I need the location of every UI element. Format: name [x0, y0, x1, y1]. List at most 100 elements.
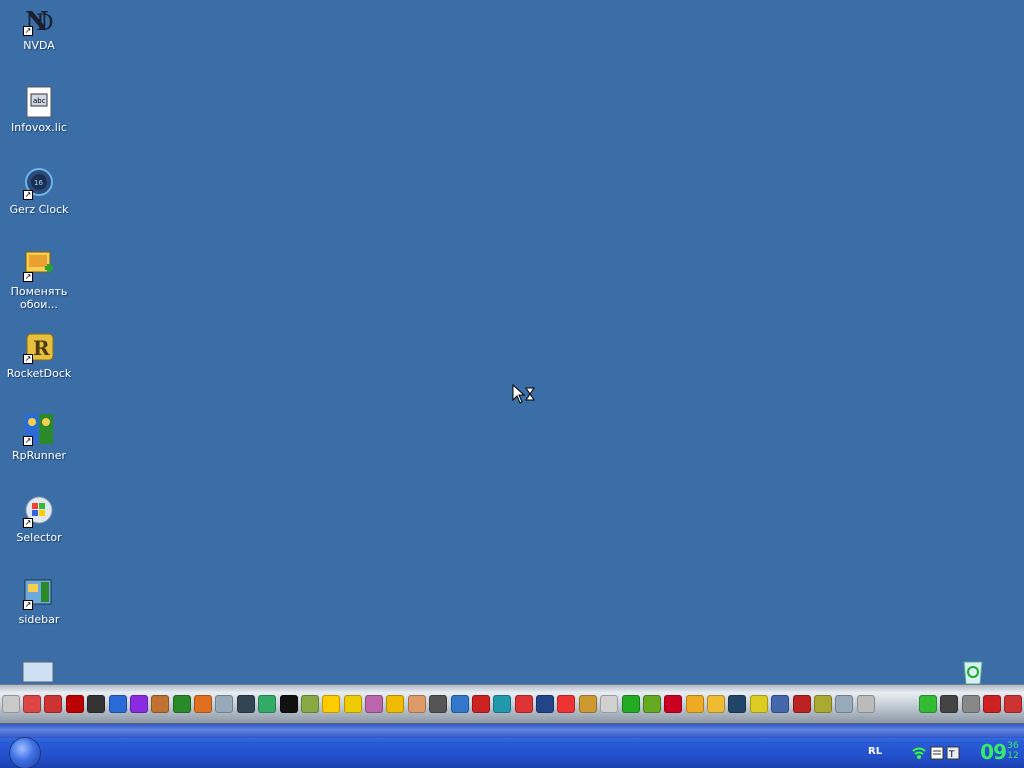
dock-item-icon[interactable] — [236, 695, 255, 713]
desktop-icon-label: sidebar — [18, 613, 60, 626]
dock-item-icon[interactable] — [514, 695, 533, 713]
rocketdock-icon: R ↗ — [23, 332, 55, 364]
desktop-icon-selector[interactable]: ↗ Selector — [0, 496, 78, 544]
dock-item-icon[interactable] — [642, 695, 661, 713]
desktop-icon-nvda[interactable]: N D ↗ NVDA — [0, 4, 78, 52]
clock-seconds: 12 — [1007, 751, 1019, 761]
dock-item-icon[interactable] — [343, 695, 362, 713]
nvda-icon: N D ↗ — [23, 4, 55, 37]
dock-item-icon[interactable] — [707, 695, 726, 713]
desktop-icon-label: NVDA — [23, 39, 55, 52]
shortcut-arrow-icon: ↗ — [23, 518, 33, 528]
dock-item-icon[interactable] — [429, 695, 448, 713]
dock-item-icon[interactable] — [918, 695, 937, 713]
dock-item-icon[interactable] — [471, 695, 490, 713]
dock-item-icon[interactable] — [771, 695, 790, 713]
taskbar: RL T 09 36 12 — [0, 738, 1024, 768]
desktop-icon-infovox[interactable]: abc Infovox.lic — [0, 86, 78, 134]
shortcut-arrow-icon: ↗ — [23, 354, 33, 364]
dock-item-icon[interactable] — [407, 695, 426, 713]
dock-item-icon[interactable] — [961, 695, 980, 713]
dock-item-icon[interactable] — [1, 695, 20, 713]
clock-minutes-seconds[interactable]: 36 12 — [1006, 741, 1020, 761]
dock-item-icon[interactable] — [856, 695, 875, 713]
desktop-icon-change-wallpaper[interactable]: ↗ Поменять обои... — [0, 250, 78, 311]
desktop-icon-label: Gerz Clock — [9, 203, 69, 216]
start-button[interactable] — [10, 738, 40, 768]
dock-item-icon[interactable] — [215, 695, 234, 713]
dock-item-icon[interactable] — [982, 695, 1001, 713]
clock-hours[interactable]: 09 — [980, 740, 1007, 764]
dock-item-icon[interactable] — [23, 695, 42, 713]
svg-text:D: D — [36, 11, 54, 36]
dock-item-icon[interactable] — [557, 695, 576, 713]
desktop-icon-label: Selector — [16, 531, 62, 544]
recycle-bin-icon[interactable] — [958, 656, 988, 685]
sidebar-icon: ↗ — [23, 578, 55, 610]
dock-item-icon[interactable] — [813, 695, 832, 713]
desktop-icon-label: Infovox.lic — [11, 121, 67, 134]
monitor-icon[interactable] — [22, 660, 54, 684]
dock-item-icon[interactable] — [300, 695, 319, 713]
system-tray: RL T 09 36 12 — [864, 738, 1024, 768]
dock-item-icon[interactable] — [749, 695, 768, 713]
wallpaper-icon: ↗ — [23, 250, 55, 282]
desktop-icon-rocketdock[interactable]: R ↗ RocketDock — [0, 332, 78, 380]
dock-item-icon[interactable] — [279, 695, 298, 713]
dock-item-icon[interactable] — [365, 695, 384, 713]
desktop: N D ↗ NVDA abc Infovox.lic 16 ↗ Gerz Clo… — [0, 0, 1024, 685]
dock-item-icon[interactable] — [386, 695, 405, 713]
clock-icon: 16 ↗ — [23, 168, 55, 200]
busy-cursor-icon — [512, 383, 536, 406]
notes-icon[interactable] — [930, 745, 944, 760]
dock-item-icon[interactable] — [322, 695, 341, 713]
selector-icon: ↗ — [23, 496, 55, 528]
clock-minutes: 36 — [1007, 741, 1019, 751]
desktop-icon-rprunner[interactable]: ↗ RpRunner — [0, 414, 78, 462]
file-icon: abc — [23, 86, 55, 118]
dock-item-icon[interactable] — [940, 695, 959, 713]
dock-item-icon[interactable] — [728, 695, 747, 713]
shortcut-arrow-icon: ↗ — [23, 26, 33, 36]
dock-item-icon[interactable] — [87, 695, 106, 713]
wifi-icon[interactable] — [912, 745, 926, 759]
svg-text:R: R — [33, 336, 50, 360]
dock-right-items — [917, 689, 1024, 719]
desktop-icon-label: RpRunner — [12, 449, 66, 462]
shortcut-arrow-icon: ↗ — [23, 600, 33, 610]
dock-item-icon[interactable] — [536, 695, 555, 713]
dock-item-icon[interactable] — [258, 695, 277, 713]
dock-item-icon[interactable] — [685, 695, 704, 713]
dock-item-icon[interactable] — [44, 695, 63, 713]
dock-item-icon[interactable] — [621, 695, 640, 713]
dock-item-icon[interactable] — [129, 695, 148, 713]
dock-item-icon[interactable] — [450, 695, 469, 713]
language-indicator[interactable]: RL — [868, 746, 882, 757]
dock-item-icon[interactable] — [835, 695, 854, 713]
dock-shelf — [0, 724, 1024, 738]
svg-text:16: 16 — [34, 179, 43, 187]
dock-item-icon[interactable] — [108, 695, 127, 713]
dock-item-icon[interactable] — [1004, 695, 1023, 713]
rocketdock-bar — [0, 684, 1024, 724]
dock-items — [0, 689, 876, 719]
dock-item-icon[interactable] — [792, 695, 811, 713]
desktop-icon-sidebar[interactable]: ↗ sidebar — [0, 578, 78, 626]
dock-item-icon[interactable] — [194, 695, 213, 713]
dock-item-icon[interactable] — [172, 695, 191, 713]
shortcut-arrow-icon: ↗ — [23, 436, 33, 446]
dock-item-icon[interactable] — [664, 695, 683, 713]
shortcut-arrow-icon: ↗ — [23, 190, 33, 200]
dock-item-icon[interactable] — [600, 695, 619, 713]
dock-item-icon[interactable] — [578, 695, 597, 713]
desktop-icon-label: Поменять обои... — [10, 285, 68, 311]
dock-item-icon[interactable] — [151, 695, 170, 713]
dock-item-icon[interactable] — [65, 695, 84, 713]
shortcut-arrow-icon: ↗ — [23, 272, 33, 282]
dock-item-icon[interactable] — [493, 695, 512, 713]
svg-text:T: T — [948, 750, 955, 760]
text-tool-icon[interactable]: T — [946, 745, 960, 760]
rprunner-icon: ↗ — [23, 414, 55, 446]
desktop-icon-label: RocketDock — [6, 367, 72, 380]
desktop-icon-gerz-clock[interactable]: 16 ↗ Gerz Clock — [0, 168, 78, 216]
